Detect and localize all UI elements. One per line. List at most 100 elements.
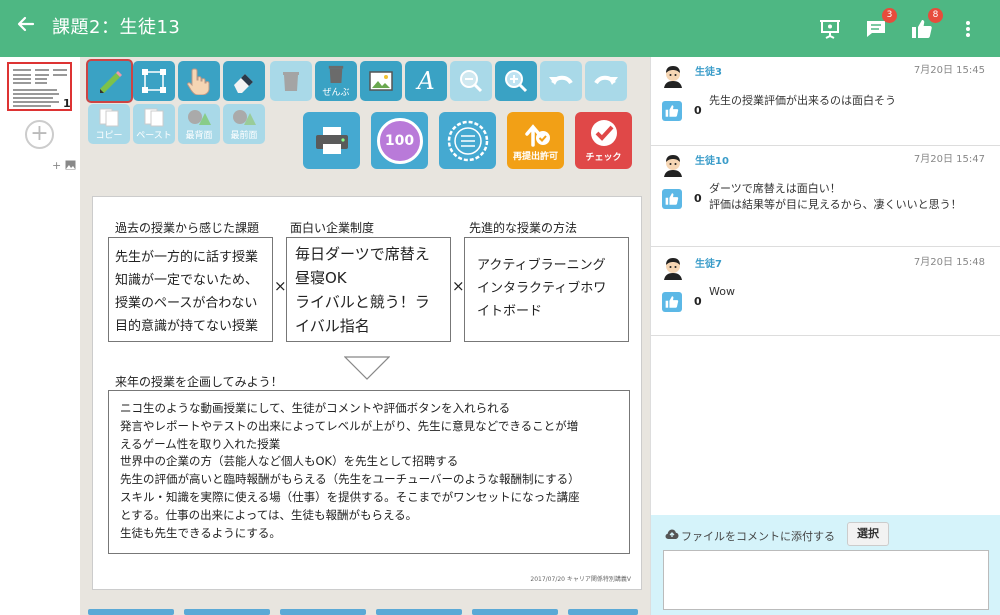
zoom-in-tool[interactable] <box>495 61 537 101</box>
company-systems-box[interactable]: 毎日ダーツで席替え 昼寝OK ライバルと競う！ラ イバル指名 <box>286 237 451 342</box>
add-page-button[interactable]: + <box>25 120 54 149</box>
more-vert-icon[interactable] <box>956 17 980 41</box>
times-symbol: × <box>274 277 287 295</box>
plus-icon: + <box>52 159 62 172</box>
like-count: 0 <box>694 192 702 205</box>
zoom-out-tool[interactable] <box>450 61 492 101</box>
text-line: イバル指名 <box>295 317 370 335</box>
comment-text: 先生の授業評価が出来るのは面白そう <box>709 93 896 109</box>
thumbs-up-icon <box>665 296 679 308</box>
send-to-back-tool[interactable]: 最背面 <box>178 104 220 144</box>
text-line: 知識が一定でないため、 <box>115 273 259 288</box>
comment-date: 7月20日 15:47 <box>913 154 985 165</box>
page-thumbnail[interactable]: 1 <box>7 62 72 111</box>
comment-item: 生徒10 7月20日 15:47 0 ダーツで席替えは面白い！ 評価は結果等が目… <box>651 146 1000 247</box>
copy-tool[interactable]: コピー <box>88 104 130 144</box>
paste-tool[interactable]: ペースト <box>133 104 175 144</box>
eraser-tool[interactable] <box>223 61 265 101</box>
undo-tool[interactable] <box>540 61 582 101</box>
plan-header: 来年の授業を企画してみよう！ <box>115 375 283 389</box>
presentation-icon[interactable] <box>818 17 842 41</box>
select-tool[interactable] <box>133 61 175 101</box>
times-symbol: × <box>452 277 465 295</box>
arrow-left-icon[interactable] <box>16 14 36 42</box>
add-image-button[interactable]: + <box>52 159 76 172</box>
comment-item: 生徒3 7月20日 15:45 0 先生の授業評価が出来るのは面白そう <box>651 57 1000 146</box>
upload-check-icon <box>524 124 550 147</box>
seal-stamp-icon <box>447 120 488 161</box>
insert-image-tool[interactable] <box>360 61 402 101</box>
text-line: インタラクティブホワ <box>477 281 607 296</box>
credit-text: 2017/07/20 キャリア関係特別講義V <box>530 576 631 583</box>
send-to-back-label: 最背面 <box>185 131 213 141</box>
comment-icon[interactable]: 3 <box>864 8 897 41</box>
like-count-badge: 8 <box>928 8 943 23</box>
past-issues-box[interactable]: 先生が一方的に話す授業 知識が一定でないため、 授業のペースが合わない 目的意識… <box>108 237 273 342</box>
thumbs-up-icon <box>665 193 679 205</box>
stamp-button[interactable] <box>439 112 496 169</box>
hand-tool[interactable] <box>178 61 220 101</box>
checkmark-icon <box>590 120 617 146</box>
comment-input[interactable] <box>663 550 989 610</box>
page-number: 1 <box>63 97 71 110</box>
text-line: 生徒も先生できるようにする。 <box>120 525 281 540</box>
like-button[interactable] <box>662 189 682 209</box>
text-a-icon: A <box>417 67 435 95</box>
pen-icon <box>99 71 122 93</box>
resubmit-permit-button[interactable]: 再提出許可 <box>507 112 564 169</box>
image-icon <box>65 160 76 170</box>
worksheet-canvas[interactable]: 過去の授業から感じた課題 面白い企業制度 先進的な授業の方法 先生が一方的に話す… <box>92 196 642 590</box>
bottom-strip <box>80 606 650 615</box>
comment-item: 生徒7 7月20日 15:48 0 Wow <box>651 247 1000 336</box>
text-line: 発言やレポートやテストの出来によってレベルが上がり、先生に意見などできることが増 <box>120 418 579 433</box>
top-bar: 課題2：生徒13 3 8 <box>0 0 1000 57</box>
plan-box[interactable]: ニコ生のような動画授業にして、生徒がコメントや評価ボタンを入れられる 発言やレポ… <box>108 390 630 554</box>
picture-icon <box>369 71 393 91</box>
selection-icon <box>142 69 166 93</box>
text-line: えるゲーム性を取り入れた授業 <box>120 436 281 451</box>
check-button[interactable]: チェック <box>575 112 632 169</box>
advanced-methods-box[interactable]: アクティブラーニング インタラクティブホワ イトボード <box>464 237 629 342</box>
comment-line: 評価は結果等が目に見えるから、凄くいいと思う！ <box>709 198 962 211</box>
comment-date: 7月20日 15:45 <box>913 65 985 76</box>
like-count: 0 <box>694 295 702 308</box>
page-thumbnail-panel: 1 + + <box>0 57 80 615</box>
comment-line: 先生の授業評価が出来るのは面白そう <box>709 94 896 107</box>
text-line: 先生が一方的に話す授業 <box>115 250 259 265</box>
eraser-icon <box>234 74 253 93</box>
comment-count-badge: 3 <box>882 8 897 23</box>
column-header-company-systems: 面白い企業制度 <box>290 221 375 235</box>
like-count: 0 <box>694 104 702 117</box>
text-tool[interactable]: A <box>405 61 447 101</box>
comment-text: ダーツで席替えは面白い！ 評価は結果等が目に見えるから、凄くいいと思う！ <box>709 181 962 213</box>
redo-tool[interactable] <box>585 61 627 101</box>
copy-label: コピー <box>95 131 123 141</box>
like-button[interactable] <box>662 101 682 121</box>
score-stamp-button[interactable]: 100 <box>371 112 428 169</box>
select-file-button[interactable]: 選択 <box>847 522 889 546</box>
text-line: 世界中の企業の方（芸能人など個人もOK）を先生として招聘する <box>120 454 459 469</box>
copy-icon <box>99 108 119 127</box>
score-label: 100 <box>384 132 415 149</box>
print-button[interactable] <box>303 112 360 169</box>
avatar <box>664 258 682 280</box>
trash-icon <box>328 65 344 83</box>
like-icon[interactable]: 8 <box>910 8 943 41</box>
comment-date: 7月20日 15:48 <box>913 257 985 268</box>
bring-to-front-tool[interactable]: 最前面 <box>223 104 265 144</box>
zoom-out-icon <box>460 70 483 93</box>
comment-line: Wow <box>709 285 735 298</box>
delete-tool[interactable] <box>270 61 312 101</box>
delete-all-tool[interactable]: ぜんぶ <box>315 61 357 101</box>
thumbs-up-icon <box>665 105 679 117</box>
like-button[interactable] <box>662 292 682 312</box>
text-line: とする。仕事の出来によっては、生徒も報酬がもらえる。 <box>120 507 418 522</box>
send-back-icon <box>188 110 211 125</box>
redo-icon <box>594 75 618 85</box>
text-line: ニコ生のような動画授業にして、生徒がコメントや評価ボタンを入れられる <box>120 401 511 415</box>
avatar <box>664 66 682 88</box>
text-line: 昼寝OK <box>295 269 347 287</box>
column-header-advanced-methods: 先進的な授業の方法 <box>469 221 578 235</box>
text-line: 先生の評価が高いと臨時報酬がもらえる（先生をユーチューバーのような報酬制にする） <box>120 472 580 487</box>
pen-tool[interactable] <box>86 59 133 103</box>
